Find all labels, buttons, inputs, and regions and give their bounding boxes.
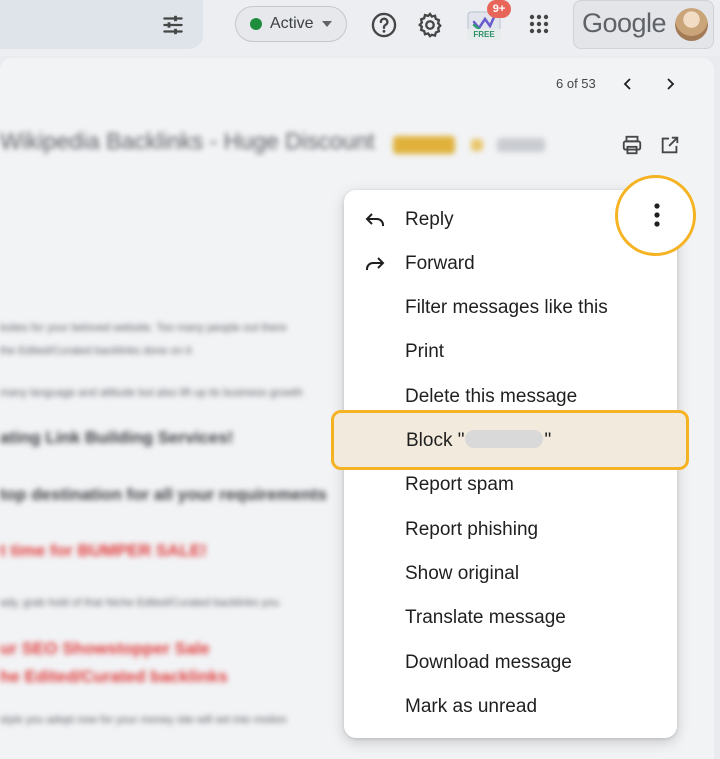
- menu-item-label: Translate message: [405, 607, 566, 628]
- avatar[interactable]: [675, 8, 708, 41]
- body-promo: ur SEO Showstopper Sale: [0, 639, 210, 658]
- body-text: style you adopt now for your money site …: [0, 714, 287, 726]
- menu-item-report-spam[interactable]: Report spam: [344, 465, 677, 505]
- message-subject: Wikipedia Backlinks - Huge Discount: [0, 128, 375, 154]
- settings-icon[interactable]: [416, 11, 444, 39]
- top-bar: Active 9+ FREE Google: [0, 0, 720, 56]
- menu-item-label: Report spam: [405, 474, 514, 495]
- menu-lower-items: Report spam Report phishing Show origina…: [344, 190, 677, 738]
- menu-item-label: Mark as unread: [405, 696, 538, 717]
- account-switcher[interactable]: Google: [573, 0, 714, 49]
- body-text: ksites for your beloved website. Too man…: [0, 322, 287, 334]
- more-vertical-icon: [654, 203, 660, 227]
- body-heading: top destination for all your requirement…: [0, 485, 327, 504]
- chevron-right-icon[interactable]: [662, 76, 678, 92]
- menu-item-download[interactable]: Download message: [344, 643, 677, 683]
- filter-icon[interactable]: [160, 12, 186, 38]
- body-promo: he Edited/Curated backlinks: [0, 667, 228, 686]
- status-dot: [250, 18, 262, 30]
- body-text: many language and altitude but also lift…: [0, 387, 303, 399]
- menu-item-label: Report phishing: [405, 519, 539, 540]
- menu-item-translate[interactable]: Translate message: [344, 598, 677, 638]
- body-text: the Edited/Curated backlinks done on it: [0, 345, 192, 357]
- status-selector[interactable]: Active: [235, 6, 347, 42]
- menu-item-label: Show original: [405, 563, 520, 584]
- google-logo: Google: [582, 8, 667, 38]
- pagination-count: 6 of 53: [556, 76, 596, 91]
- chevron-left-icon[interactable]: [620, 76, 636, 92]
- menu-item-mark-unread[interactable]: Mark as unread: [344, 687, 677, 727]
- star-icon: [471, 139, 483, 151]
- menu-item-label: Download message: [405, 652, 572, 673]
- label-chip: [497, 138, 545, 152]
- open-in-new-window-icon[interactable]: [659, 134, 681, 156]
- chevron-down-icon: [321, 21, 332, 27]
- extension-tag: FREE: [467, 29, 501, 40]
- menu-item-report-phishing[interactable]: Report phishing: [344, 510, 677, 550]
- body-text: ady, grab hold of that Niche Edited/Cura…: [0, 597, 280, 609]
- label-chip: [393, 136, 455, 154]
- body-heading: ating Link Building Services!: [0, 428, 234, 447]
- notification-badge: 9+: [487, 0, 511, 18]
- apps-icon[interactable]: [527, 12, 551, 36]
- help-icon[interactable]: [370, 11, 398, 39]
- print-icon[interactable]: [621, 134, 643, 156]
- menu-item-show-original[interactable]: Show original: [344, 554, 677, 594]
- body-promo: t time for BUMPER SALE!: [0, 541, 207, 560]
- status-label: Active: [270, 15, 314, 32]
